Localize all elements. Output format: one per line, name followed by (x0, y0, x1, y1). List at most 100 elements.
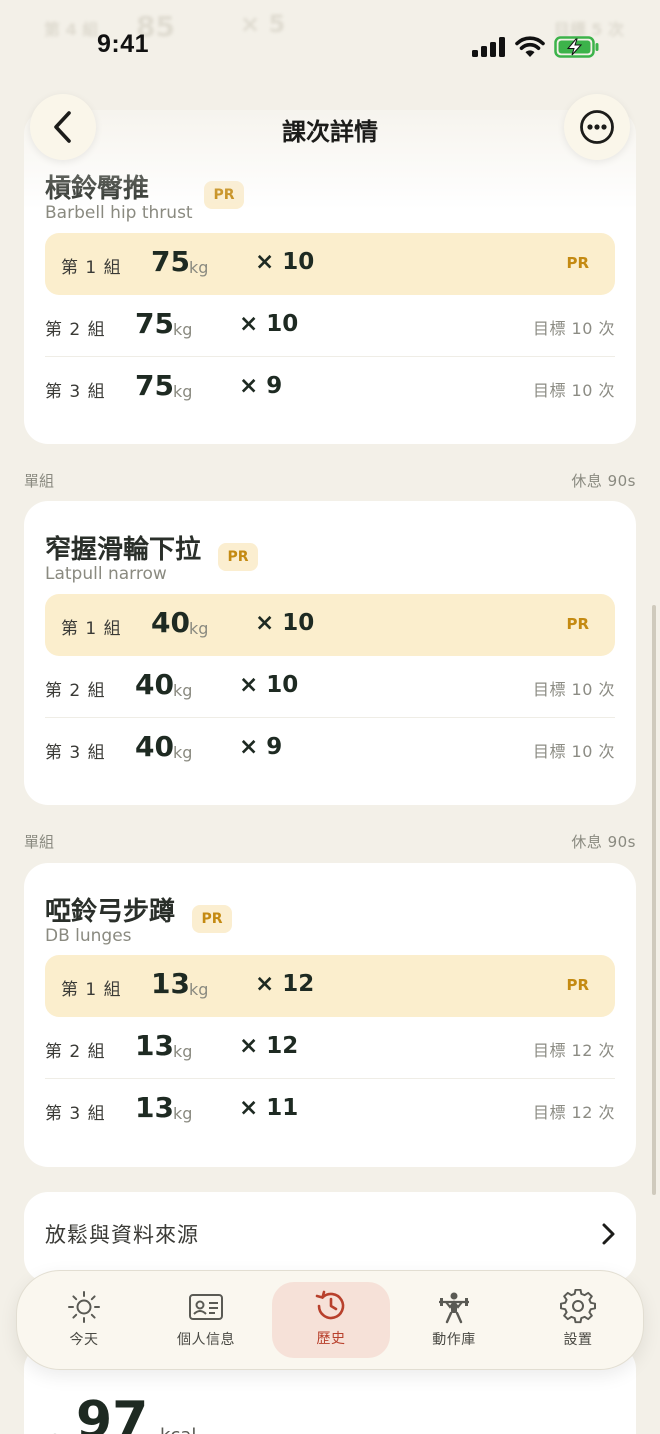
set-reps: × 10 (255, 249, 315, 275)
exercise-name: 槓鈴臀推 (45, 174, 150, 204)
set-reps: × 10 (239, 672, 299, 698)
set-target: 目標 10 次 (532, 742, 615, 761)
summary-unit: kcal (160, 1425, 196, 1434)
exercise-name: 啞鈴弓步蹲 (45, 897, 176, 927)
summary-bullet: ● (48, 1429, 62, 1434)
set-reps: × 12 (239, 1033, 299, 1059)
tab-bar: 今天 個人信息 歷史 動作庫 設置 (16, 1270, 644, 1370)
group-meta: 單組 休息 90s (24, 470, 636, 494)
set-target: 目標 10 次 (532, 680, 615, 699)
rest-time: 休息 90s (571, 472, 636, 490)
set-label: 第 3 組 (45, 382, 106, 402)
set-target: 目標 10 次 (532, 319, 615, 338)
set-label: 第 2 組 (45, 320, 106, 340)
set-reps: × 9 (239, 734, 283, 760)
set-label: 第 1 組 (61, 258, 122, 278)
set-row[interactable]: 第 1 組 13 kg × 12 PR (45, 955, 615, 1017)
set-reps: × 9 (239, 373, 283, 399)
wifi-icon (515, 36, 545, 57)
set-label: 第 2 組 (45, 681, 106, 701)
set-unit: kg (173, 320, 193, 339)
scrollbar[interactable] (652, 605, 656, 1195)
chevron-right-icon (602, 1223, 615, 1245)
set-weight: 40 (135, 668, 174, 701)
tab-label: 歷史 (316, 1331, 346, 1347)
tab-profile[interactable]: 個人信息 (147, 1283, 265, 1359)
tab-label: 動作庫 (432, 1332, 476, 1348)
tab-settings[interactable]: 設置 (519, 1283, 637, 1359)
set-row[interactable]: 第 2 組 75 kg × 10 目標 10 次 (24, 295, 636, 357)
tab-label: 今天 (69, 1332, 99, 1348)
set-target: 目標 10 次 (532, 381, 615, 400)
set-reps: × 11 (239, 1095, 299, 1121)
history-icon (315, 1290, 345, 1320)
set-weight: 13 (135, 1029, 174, 1062)
set-pr-tag: PR (566, 254, 589, 272)
set-unit: kg (189, 258, 209, 277)
sun-icon (68, 1291, 100, 1323)
set-reps: × 10 (239, 311, 299, 337)
set-label: 第 3 組 (45, 743, 106, 763)
group-type: 單組 (24, 472, 55, 490)
set-row[interactable]: 第 2 組 13 kg × 12 目標 12 次 (24, 1017, 636, 1079)
set-unit: kg (173, 743, 193, 762)
set-target: 目標 12 次 (532, 1103, 615, 1122)
exercise-subtitle: Barbell hip thrust (45, 203, 193, 223)
exercise-name: 窄握滑輪下拉 (45, 535, 202, 565)
weightlifter-icon (439, 1292, 469, 1324)
battery-charging-icon (554, 36, 599, 58)
tab-history[interactable]: 歷史 (272, 1282, 390, 1358)
tab-label: 個人信息 (177, 1332, 235, 1348)
set-weight: 75 (135, 369, 174, 402)
set-target: 目標 12 次 (532, 1041, 615, 1060)
set-row[interactable]: 第 2 組 40 kg × 10 目標 10 次 (24, 656, 636, 718)
set-weight: 40 (135, 730, 174, 763)
more-options-button[interactable] (564, 94, 630, 160)
exercise-card[interactable]: 啞鈴弓步蹲 PR DB lunges 第 1 組 13 kg × 12 PR 第… (24, 863, 636, 1167)
status-time: 9:41 (97, 30, 150, 58)
set-label: 第 1 組 (61, 619, 122, 639)
set-label: 第 1 組 (61, 980, 122, 1000)
ellipsis-circle-icon (580, 110, 614, 144)
group-type: 單組 (24, 833, 55, 851)
set-unit: kg (189, 619, 209, 638)
page-title: 課次詳情 (282, 118, 378, 146)
summary-value: 97 (76, 1391, 149, 1434)
tab-today[interactable]: 今天 (25, 1283, 143, 1359)
set-reps: × 12 (255, 971, 315, 997)
set-row[interactable]: 第 1 組 75 kg × 10 PR (45, 233, 615, 295)
set-weight: 13 (135, 1091, 174, 1124)
set-label: 第 2 組 (45, 1042, 106, 1062)
link-label: 放鬆與資料來源 (45, 1223, 199, 1247)
set-weight: 13 (151, 967, 190, 1000)
set-unit: kg (173, 1104, 193, 1123)
gear-icon (560, 1289, 596, 1324)
tab-exercise-library[interactable]: 動作庫 (395, 1283, 513, 1359)
set-reps: × 10 (255, 610, 315, 636)
ghost-set-label: 第 4 組 (44, 20, 99, 39)
status-bar: 第 4 組 85 × 5 目標 5 次 9:41 (0, 0, 660, 95)
exercise-card[interactable]: 窄握滑輪下拉 PR Latpull narrow 第 1 組 40 kg × 1… (24, 501, 636, 805)
recovery-sources-link[interactable]: 放鬆與資料來源 (24, 1192, 636, 1282)
set-label: 第 3 組 (45, 1104, 106, 1124)
set-weight: 40 (151, 606, 190, 639)
set-pr-tag: PR (566, 615, 589, 633)
set-unit: kg (173, 1042, 193, 1061)
rest-time: 休息 90s (571, 833, 636, 851)
set-row[interactable]: 第 3 組 13 kg × 11 目標 12 次 (24, 1079, 636, 1141)
pr-badge: PR (192, 905, 232, 933)
ghost-set-reps: × 5 (240, 10, 286, 38)
set-row[interactable]: 第 3 組 75 kg × 9 目標 10 次 (24, 357, 636, 419)
set-pr-tag: PR (566, 976, 589, 994)
set-unit: kg (173, 681, 193, 700)
set-weight: 75 (151, 245, 190, 278)
pr-badge: PR (218, 543, 258, 571)
nav-header: 課次詳情 (0, 88, 660, 168)
set-row[interactable]: 第 1 組 40 kg × 10 PR (45, 594, 615, 656)
exercise-subtitle: Latpull narrow (45, 564, 167, 584)
cellular-signal-icon (472, 37, 505, 57)
group-meta: 單組 休息 90s (24, 831, 636, 855)
pr-badge: PR (204, 181, 244, 209)
tab-label: 設置 (563, 1332, 593, 1348)
set-row[interactable]: 第 3 組 40 kg × 9 目標 10 次 (24, 718, 636, 780)
